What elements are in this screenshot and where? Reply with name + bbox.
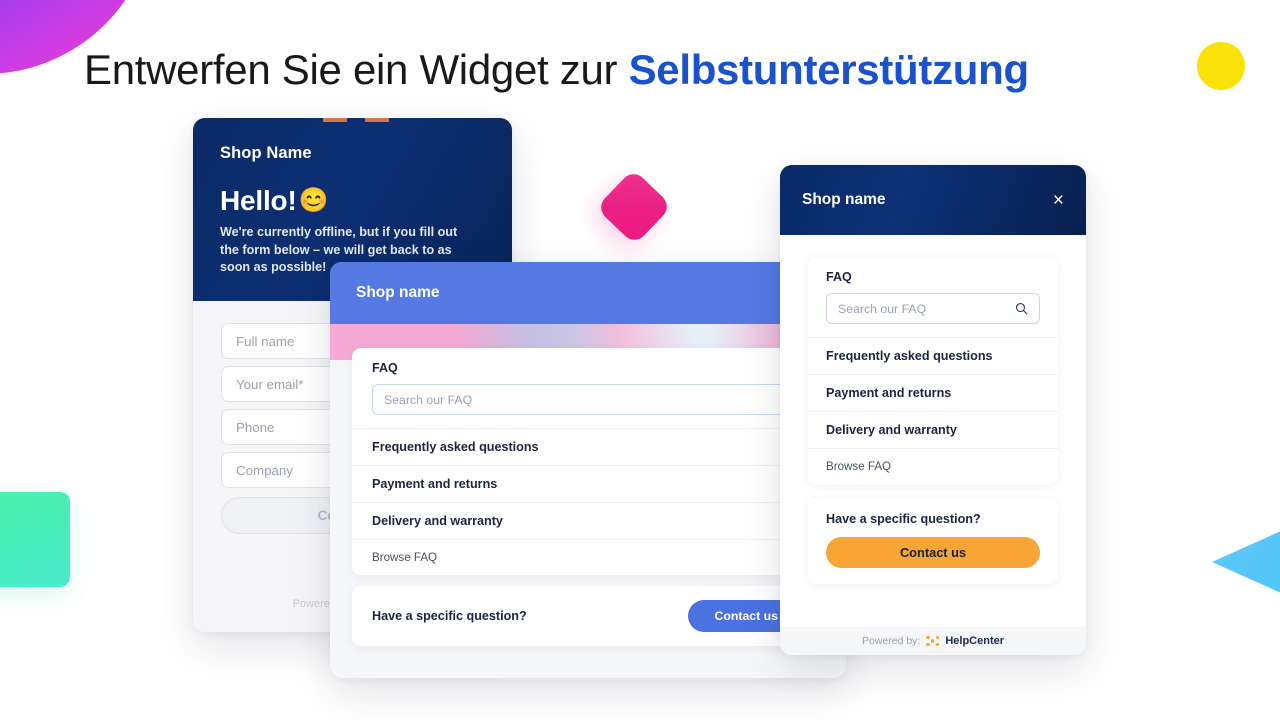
faq-wide-row-frequently-asked-questions[interactable]: Frequently asked questions: [352, 428, 824, 465]
faq-wide-list-panel: FAQ Search our FAQ Frequently asked ques…: [352, 348, 824, 575]
faq-wide-search-placeholder: Search our FAQ: [384, 392, 473, 407]
faq-narrow-search-input[interactable]: Search our FAQ: [826, 293, 1040, 324]
faq-narrow-cta-question: Have a specific question?: [826, 512, 981, 526]
faq-narrow-search-area: FAQ Search our FAQ: [808, 257, 1058, 324]
faq-narrow-search-placeholder: Search our FAQ: [838, 301, 927, 316]
faq-wide-cta-panel: Have a specific question? Contact us: [352, 586, 824, 646]
page-title-accent: Selbstunterstützung: [628, 46, 1030, 93]
faq-wide-header: Shop name: [330, 262, 846, 324]
faq-wide-row-payment-and-returns[interactable]: Payment and returns: [352, 465, 824, 502]
header-image-remnant: [193, 118, 512, 122]
close-icon[interactable]: ×: [1053, 191, 1064, 210]
faq-narrow-list-panel: FAQ Search our FAQ Frequently asked ques…: [808, 257, 1058, 484]
page-title: Entwerfen Sie ein Widget zur Selbstunter…: [84, 44, 1029, 96]
offline-shop-name: Shop Name: [220, 144, 312, 162]
faq-wide-label: FAQ: [372, 361, 398, 375]
faq-narrow-shop-name: Shop name: [802, 191, 886, 208]
faq-wide-browse-faq-link[interactable]: Browse FAQ: [352, 539, 824, 575]
helpcenter-logo-icon: [926, 635, 939, 648]
helpcenter-brand-name: HelpCenter: [945, 635, 1005, 647]
search-icon: [1015, 302, 1028, 315]
yellow-circle-decoration: [1197, 42, 1245, 90]
faq-narrow-footer: Powered by: HelpCenter: [780, 627, 1086, 655]
faq-wide-row-delivery-and-warranty[interactable]: Delivery and warranty: [352, 502, 824, 539]
faq-narrow-cta-panel: Have a specific question? Contact us: [808, 498, 1058, 584]
faq-narrow-row-payment-and-returns[interactable]: Payment and returns: [808, 374, 1058, 411]
offline-greeting: Hello! 😊: [220, 185, 485, 217]
offline-greeting-text: Hello!: [220, 185, 297, 216]
faq-wide-shop-name: Shop name: [356, 284, 440, 301]
page-title-plain: Entwerfen Sie ein Widget zur: [84, 46, 629, 93]
smiling-face-emoji-icon: 😊: [298, 187, 329, 214]
blue-triangle-decoration: [1212, 508, 1280, 616]
faq-narrow-contact-us-button[interactable]: Contact us: [826, 537, 1040, 568]
faq-narrow-label: FAQ: [826, 270, 852, 284]
powered-by-label: Powered by:: [861, 635, 921, 647]
faq-widget-narrow-card: Shop name × FAQ Search our FAQ Frequentl…: [780, 165, 1086, 655]
faq-narrow-row-delivery-and-warranty[interactable]: Delivery and warranty: [808, 411, 1058, 448]
faq-wide-search-area: FAQ Search our FAQ: [352, 348, 824, 415]
green-square-decoration: [0, 492, 70, 587]
faq-narrow-row-frequently-asked-questions[interactable]: Frequently asked questions: [808, 337, 1058, 374]
faq-narrow-browse-faq-link[interactable]: Browse FAQ: [808, 448, 1058, 484]
faq-widget-wide-card: Shop name FAQ Search our FAQ Frequently …: [330, 262, 846, 678]
faq-wide-search-input[interactable]: Search our FAQ: [372, 384, 804, 415]
faq-wide-cta-question: Have a specific question?: [372, 609, 527, 623]
pink-diamond-decoration: [595, 168, 673, 246]
faq-narrow-header: Shop name ×: [780, 165, 1086, 235]
